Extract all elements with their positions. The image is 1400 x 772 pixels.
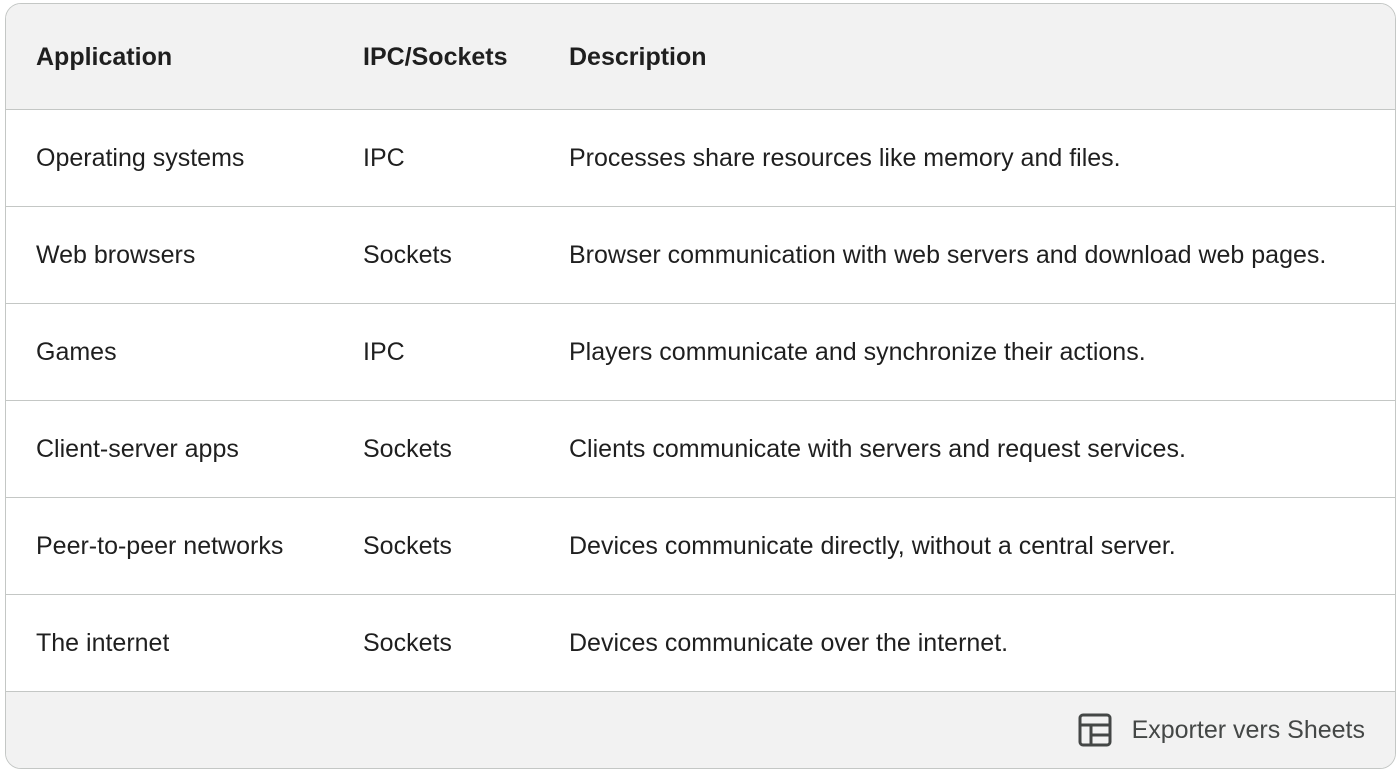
- cell-ipc-sockets: IPC: [363, 338, 405, 366]
- data-table: Application IPC/Sockets Description Oper…: [5, 3, 1396, 769]
- cell-description: Clients communicate with servers and req…: [569, 435, 1186, 463]
- export-label: Exporter vers Sheets: [1131, 715, 1365, 744]
- table-row: Operating systems IPC Processes share re…: [6, 110, 1395, 207]
- cell-ipc-sockets: Sockets: [363, 629, 452, 657]
- table-row: Web browsers Sockets Browser communicati…: [6, 207, 1395, 304]
- cell-application: Peer-to-peer networks: [36, 532, 284, 560]
- cell-ipc-sockets: Sockets: [363, 532, 452, 560]
- header-description: Description: [569, 42, 707, 71]
- table-footer: Exporter vers Sheets: [6, 692, 1395, 768]
- table-row: The internet Sockets Devices communicate…: [6, 595, 1395, 692]
- header-application: Application: [36, 42, 173, 71]
- table-icon: [1078, 713, 1112, 747]
- cell-application: The internet: [36, 629, 170, 657]
- table-row: Peer-to-peer networks Sockets Devices co…: [6, 498, 1395, 595]
- cell-description: Processes share resources like memory an…: [569, 144, 1121, 172]
- table-row: Client-server apps Sockets Clients commu…: [6, 401, 1395, 498]
- export-to-sheets-button[interactable]: Exporter vers Sheets: [1078, 713, 1365, 747]
- cell-description: Players communicate and synchronize thei…: [569, 338, 1146, 366]
- cell-description: Browser communication with web servers a…: [569, 241, 1327, 269]
- cell-application: Web browsers: [36, 241, 196, 269]
- header-ipc-sockets: IPC/Sockets: [363, 42, 508, 71]
- cell-application: Operating systems: [36, 144, 245, 172]
- cell-description: Devices communicate over the internet.: [569, 629, 1009, 657]
- table-row: Games IPC Players communicate and synchr…: [6, 304, 1395, 401]
- cell-application: Games: [36, 338, 117, 366]
- cell-description: Devices communicate directly, without a …: [569, 532, 1176, 560]
- cell-application: Client-server apps: [36, 435, 239, 463]
- cell-ipc-sockets: IPC: [363, 144, 405, 172]
- cell-ipc-sockets: Sockets: [363, 435, 452, 463]
- cell-ipc-sockets: Sockets: [363, 241, 452, 269]
- table-header-row: Application IPC/Sockets Description: [6, 4, 1395, 110]
